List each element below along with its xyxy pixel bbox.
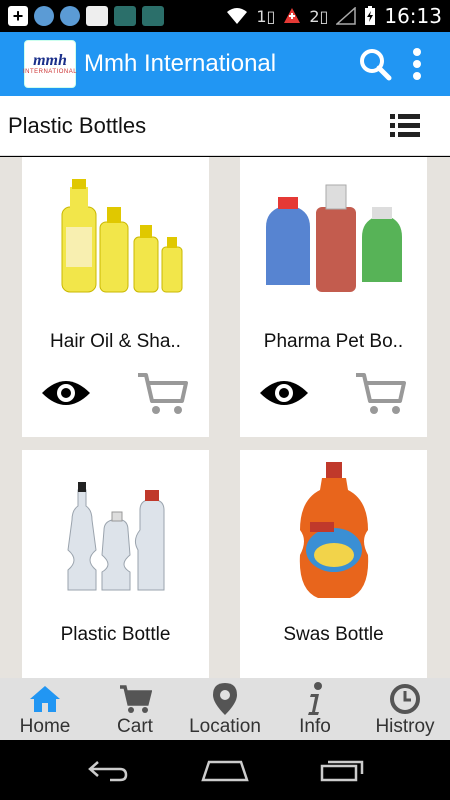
- app-bar: mmh INTERNATIONAL Mmh International: [0, 32, 450, 96]
- product-name: Pharma Pet Bo..: [263, 331, 404, 352]
- app-title: Mmh International: [84, 50, 277, 77]
- add-icon: +: [8, 6, 28, 26]
- sim2-icon: 2▯: [309, 6, 329, 26]
- view-eye-icon[interactable]: [40, 375, 92, 411]
- product-card[interactable]: Plastic Bottle: [22, 450, 209, 678]
- view-eye-icon[interactable]: [258, 375, 310, 411]
- product-card[interactable]: Pharma Pet Bo..: [240, 157, 427, 437]
- product-card[interactable]: Swas Bottle: [240, 450, 427, 678]
- info-icon: [308, 682, 322, 715]
- home-icon: [30, 686, 60, 712]
- logo-subtext: INTERNATIONAL: [22, 69, 78, 75]
- product-image-hair-oil: [61, 179, 183, 293]
- home-nav-icon[interactable]: [201, 758, 249, 782]
- logo-text: mmh: [33, 52, 67, 69]
- overflow-menu-icon[interactable]: [412, 47, 422, 81]
- product-name: Swas Bottle: [283, 624, 384, 645]
- product-grid: Hair Oil & Sha.. Pharma Pet Bo.. Plastic…: [0, 157, 450, 678]
- nav-history-label: Histroy: [375, 716, 435, 737]
- nav-cart[interactable]: Cart: [90, 678, 180, 740]
- app-thumbnail-icon: [142, 6, 164, 26]
- signal-icon: [336, 7, 357, 25]
- sync-icon: [60, 6, 80, 26]
- nav-cart-label: Cart: [117, 716, 153, 737]
- product-image-pharma-pet: [266, 184, 402, 292]
- nav-history[interactable]: Histroy: [360, 678, 450, 740]
- product-image-swas-bottle: [299, 462, 369, 598]
- back-icon[interactable]: [86, 758, 130, 782]
- product-name: Plastic Bottle: [60, 624, 171, 645]
- nav-location[interactable]: Location: [180, 678, 270, 740]
- search-icon[interactable]: [358, 47, 392, 81]
- nav-home[interactable]: Home: [0, 678, 90, 740]
- cart-icon: [120, 685, 152, 713]
- category-title: Plastic Bottles: [8, 112, 147, 138]
- app-thumbnail-icon: [114, 6, 136, 26]
- app-thumbnail-icon: [86, 6, 108, 26]
- category-header: Plastic Bottles: [0, 96, 450, 156]
- sync-icon: [34, 6, 54, 26]
- sim1-icon: 1▯: [256, 6, 276, 26]
- notification-icons: +: [8, 6, 164, 26]
- nav-info-label: Info: [299, 716, 331, 737]
- app-logo: mmh INTERNATIONAL: [22, 40, 78, 88]
- bottom-navigation: Home Cart Location Info Histroy: [0, 678, 450, 740]
- clock-icon: [390, 684, 420, 714]
- add-to-cart-icon[interactable]: [136, 371, 188, 417]
- wifi-icon: [227, 8, 248, 24]
- nav-info[interactable]: Info: [270, 678, 360, 740]
- status-clock: 16:13: [384, 4, 442, 28]
- location-pin-icon: [213, 683, 237, 715]
- nav-home-label: Home: [19, 716, 71, 737]
- status-bar: + 1▯ 2▯ 16:13: [0, 0, 450, 32]
- recents-icon[interactable]: [320, 758, 364, 782]
- alert-icon: [284, 8, 301, 23]
- list-view-icon[interactable]: [390, 113, 420, 139]
- system-navigation-bar: [0, 740, 450, 800]
- product-image-plastic-bottle: [67, 482, 165, 591]
- product-card[interactable]: Hair Oil & Sha..: [22, 157, 209, 437]
- battery-icon: [365, 6, 376, 25]
- nav-location-label: Location: [189, 716, 261, 737]
- product-name: Hair Oil & Sha..: [50, 331, 181, 352]
- add-to-cart-icon[interactable]: [354, 371, 406, 417]
